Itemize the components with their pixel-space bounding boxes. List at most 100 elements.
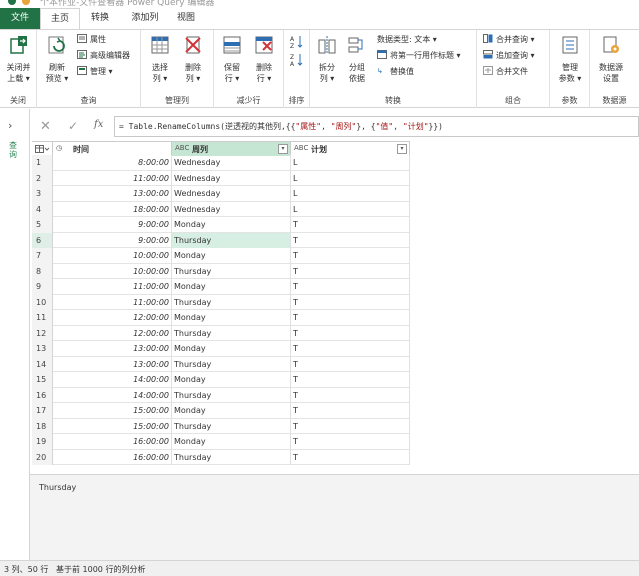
text-type-icon[interactable]: ABC xyxy=(294,144,308,152)
tab-view[interactable]: 视图 xyxy=(168,8,204,29)
cell-time[interactable]: 14:00:00 xyxy=(53,387,172,403)
merge-queries-button[interactable]: 合并查询 ▾ xyxy=(483,34,535,46)
datasource-settings-button[interactable]: 数据源 设置 xyxy=(594,34,628,84)
tab-file[interactable]: 文件 xyxy=(0,8,40,29)
manage-parameters-button[interactable]: 管理 参数 ▾ xyxy=(554,34,586,84)
table-row[interactable]: 4 18:00:00 Wednesday L xyxy=(32,201,410,217)
table-row[interactable]: 8 10:00:00 Thursday T xyxy=(32,263,410,279)
cell-time[interactable]: 13:00:00 xyxy=(53,186,172,202)
refresh-preview-button[interactable]: 刷新 预览 ▾ xyxy=(41,34,73,84)
table-row[interactable]: 6 9:00:00 Thursday T xyxy=(32,232,410,248)
split-column-button[interactable]: 拆分 列 ▾ xyxy=(314,34,340,84)
sort-ascending-icon[interactable]: A Z xyxy=(290,35,303,49)
cell-weekday[interactable]: Thursday xyxy=(172,418,291,434)
table-row[interactable]: 3 13:00:00 Wednesday L xyxy=(32,186,410,202)
table-row[interactable]: 19 16:00:00 Monday T xyxy=(32,434,410,450)
save-icon[interactable] xyxy=(22,0,30,5)
cell-weekday[interactable]: Thursday xyxy=(172,294,291,310)
table-row[interactable]: 13 13:00:00 Monday T xyxy=(32,341,410,357)
cell-time[interactable]: 10:00:00 xyxy=(53,248,172,264)
table-row[interactable]: 5 9:00:00 Monday T xyxy=(32,217,410,233)
table-row[interactable]: 9 11:00:00 Monday T xyxy=(32,279,410,295)
cell-time[interactable]: 9:00:00 xyxy=(53,232,172,248)
cell-plan[interactable]: T xyxy=(291,279,410,295)
cell-plan[interactable]: T xyxy=(291,248,410,264)
data-type-dropdown[interactable]: 数据类型: 文本 ▾ xyxy=(377,34,437,46)
advanced-editor-button[interactable]: 高级编辑器 xyxy=(77,50,130,62)
remove-columns-button[interactable]: 删除 列 ▾ xyxy=(179,34,207,84)
cell-time[interactable]: 9:00:00 xyxy=(53,217,172,233)
cell-weekday[interactable]: Wednesday xyxy=(172,186,291,202)
properties-button[interactable]: 属性 xyxy=(77,34,106,46)
cell-plan[interactable]: T xyxy=(291,325,410,341)
table-row[interactable]: 17 15:00:00 Monday T xyxy=(32,403,410,419)
tab-add-column[interactable]: 添加列 xyxy=(122,8,168,29)
column-header-weekday[interactable]: ABC 周列 ▾ xyxy=(172,142,291,156)
cell-plan[interactable]: L xyxy=(291,170,410,186)
cell-weekday[interactable]: Thursday xyxy=(172,356,291,372)
cell-plan[interactable]: T xyxy=(291,294,410,310)
cell-plan[interactable]: T xyxy=(291,372,410,388)
cell-time[interactable]: 16:00:00 xyxy=(53,449,172,465)
cell-time[interactable]: 11:00:00 xyxy=(53,279,172,295)
cell-weekday[interactable]: Monday xyxy=(172,372,291,388)
cell-weekday[interactable]: Monday xyxy=(172,310,291,326)
cell-plan[interactable]: T xyxy=(291,434,410,450)
table-row[interactable]: 18 15:00:00 Thursday T xyxy=(32,418,410,434)
confirm-formula-icon[interactable]: ✓ xyxy=(68,119,78,133)
column-header-time[interactable]: ◷ 时间 xyxy=(53,142,172,156)
tab-home[interactable]: 主页 xyxy=(40,8,80,29)
cell-time[interactable]: 11:00:00 xyxy=(53,294,172,310)
time-type-icon[interactable]: ◷ xyxy=(56,144,62,152)
close-and-load-button[interactable]: 关闭并 上载 ▾ xyxy=(2,34,35,84)
cell-time[interactable]: 13:00:00 xyxy=(53,341,172,357)
cell-weekday[interactable]: Monday xyxy=(172,248,291,264)
cell-time[interactable]: 15:00:00 xyxy=(53,418,172,434)
cell-time[interactable]: 14:00:00 xyxy=(53,372,172,388)
cell-weekday[interactable]: Monday xyxy=(172,217,291,233)
cell-weekday[interactable]: Thursday xyxy=(172,387,291,403)
remove-rows-button[interactable]: 删除 行 ▾ xyxy=(250,34,278,84)
table-row[interactable]: 16 14:00:00 Thursday T xyxy=(32,387,410,403)
cell-plan[interactable]: T xyxy=(291,449,410,465)
table-row[interactable]: 10 11:00:00 Thursday T xyxy=(32,294,410,310)
cell-weekday[interactable]: Wednesday xyxy=(172,201,291,217)
cell-plan[interactable]: T xyxy=(291,217,410,233)
status-profiling[interactable]: 基于前 1000 行的列分析 xyxy=(56,564,145,575)
cell-weekday[interactable]: Monday xyxy=(172,341,291,357)
cell-time[interactable]: 12:00:00 xyxy=(53,310,172,326)
filter-dropdown-icon[interactable]: ▾ xyxy=(397,144,407,154)
manage-button[interactable]: 管理 ▾ xyxy=(77,66,113,78)
cell-weekday[interactable]: Monday xyxy=(172,403,291,419)
cell-plan[interactable]: T xyxy=(291,387,410,403)
cell-time[interactable]: 15:00:00 xyxy=(53,403,172,419)
keep-rows-button[interactable]: 保留 行 ▾ xyxy=(218,34,246,84)
cell-weekday[interactable]: Thursday xyxy=(172,263,291,279)
filter-dropdown-icon[interactable]: ▾ xyxy=(278,144,288,154)
cell-weekday[interactable]: Thursday xyxy=(172,449,291,465)
cell-time[interactable]: 8:00:00 xyxy=(53,155,172,171)
table-row[interactable]: 12 12:00:00 Thursday T xyxy=(32,325,410,341)
table-row[interactable]: 1 8:00:00 Wednesday L xyxy=(32,155,410,171)
table-row[interactable]: 2 11:00:00 Wednesday L xyxy=(32,170,410,186)
table-row[interactable]: 20 16:00:00 Thursday T xyxy=(32,449,410,465)
cell-plan[interactable]: T xyxy=(291,232,410,248)
replace-values-button[interactable]: ↳ 替换值 xyxy=(377,66,414,78)
cell-weekday[interactable]: Thursday xyxy=(172,232,291,248)
cell-plan[interactable]: T xyxy=(291,418,410,434)
column-header-plan[interactable]: ABC 计划 ▾ xyxy=(291,142,410,156)
queries-pane-label[interactable]: 查询 xyxy=(9,141,19,159)
cell-weekday[interactable]: Wednesday xyxy=(172,155,291,171)
use-first-row-button[interactable]: 将第一行用作标题 ▾ xyxy=(377,50,461,62)
cell-weekday[interactable]: Monday xyxy=(172,279,291,295)
cell-time[interactable]: 18:00:00 xyxy=(53,201,172,217)
text-type-icon[interactable]: ABC xyxy=(175,144,189,152)
tab-transform[interactable]: 转换 xyxy=(80,8,120,29)
table-row[interactable]: 11 12:00:00 Monday T xyxy=(32,310,410,326)
cell-weekday[interactable]: Thursday xyxy=(172,325,291,341)
cell-plan[interactable]: L xyxy=(291,155,410,171)
cell-weekday[interactable]: Wednesday xyxy=(172,170,291,186)
cell-time[interactable]: 12:00:00 xyxy=(53,325,172,341)
cell-plan[interactable]: T xyxy=(291,263,410,279)
cell-time[interactable]: 11:00:00 xyxy=(53,170,172,186)
